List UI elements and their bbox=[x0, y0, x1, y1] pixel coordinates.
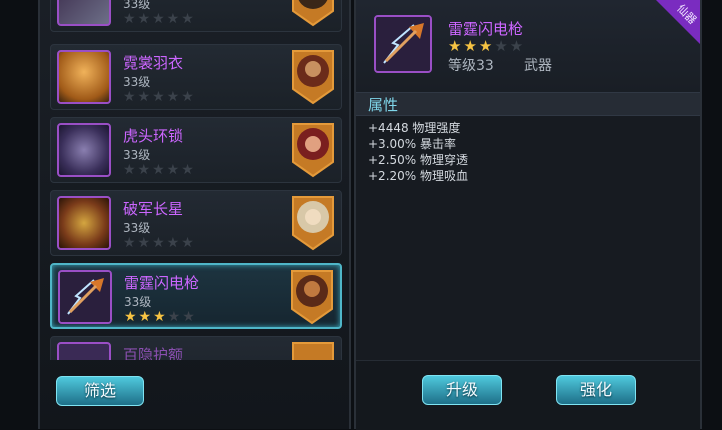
list-item[interactable]: 破军长星 33级 ★★★★★ bbox=[50, 190, 342, 256]
helmet-icon bbox=[57, 196, 111, 250]
attribute-list: +4448 物理强度 +3.00% 暴击率 +2.50% 物理穿透 +2.20%… bbox=[368, 120, 468, 184]
filter-button[interactable]: 筛选 bbox=[56, 376, 144, 406]
list-item[interactable]: 虎头环锁 33级 ★★★★★ bbox=[50, 117, 342, 183]
item-stars: ★★★★★ bbox=[124, 309, 197, 325]
lightning-spear-icon bbox=[58, 270, 112, 324]
list-item[interactable]: 霓裳羽衣 33级 ★★★★★ bbox=[50, 44, 342, 110]
lightning-spear-icon bbox=[374, 15, 432, 73]
item-level: 33级 bbox=[123, 148, 151, 162]
hero-shield-icon bbox=[292, 50, 334, 105]
detail-type: 武器 bbox=[524, 58, 552, 74]
item-stars: ★★★★★ bbox=[123, 11, 196, 27]
robe-icon bbox=[57, 50, 111, 104]
detail-stars: ★★★★★ bbox=[448, 37, 526, 55]
item-name: 霓裳羽衣 bbox=[123, 54, 184, 72]
upgrade-button[interactable]: 升级 bbox=[422, 375, 502, 405]
hero-shield-icon bbox=[292, 123, 334, 178]
attribute-row: +3.00% 暴击率 bbox=[368, 137, 456, 151]
item-level: 33级 bbox=[124, 295, 152, 309]
item-stars: ★★★★★ bbox=[123, 89, 196, 105]
item-level: 33级 bbox=[123, 75, 151, 89]
rarity-ribbon: 仙器 bbox=[656, 0, 700, 44]
hero-shield-icon bbox=[291, 270, 333, 325]
item-stars: ★★★★★ bbox=[123, 162, 196, 178]
item-name: 雷霆闪电枪 bbox=[124, 274, 200, 292]
attribute-row: +2.20% 物理吸血 bbox=[368, 169, 468, 183]
detail-name: 雷霆闪电枪 bbox=[448, 20, 524, 38]
armor-lock-icon bbox=[57, 123, 111, 177]
attributes-section-header: 属性 bbox=[356, 92, 700, 116]
item-name: 破军长星 bbox=[123, 200, 184, 218]
list-item-selected[interactable]: 雷霆闪电枪 33级 ★★★★★ bbox=[50, 263, 342, 329]
item-name: 虎头环锁 bbox=[123, 127, 184, 145]
list-item[interactable]: 百隐护额 bbox=[50, 336, 342, 360]
list-item[interactable]: 33级 ★★★★★ bbox=[50, 0, 342, 32]
equipment-list-panel: 33级 ★★★★★ 霓裳羽衣 33级 ★★★★★ 虎头环锁 33级 ★★★★★ … bbox=[38, 0, 351, 429]
equipment-detail-panel: 雷霆闪电枪 ★★★★★ 等级33 武器 仙器 属性 +4448 物理强度 +3.… bbox=[354, 0, 702, 430]
hero-shield-icon bbox=[292, 342, 334, 360]
detail-level: 等级33 bbox=[448, 58, 494, 74]
action-bar: 升级 强化 bbox=[356, 360, 700, 430]
hero-shield-icon bbox=[292, 0, 334, 27]
item-stars: ★★★★★ bbox=[123, 235, 196, 251]
attribute-row: +2.50% 物理穿透 bbox=[368, 153, 468, 167]
equipment-icon bbox=[57, 0, 111, 26]
equipment-list[interactable]: 33级 ★★★★★ 霓裳羽衣 33级 ★★★★★ 虎头环锁 33级 ★★★★★ … bbox=[50, 0, 342, 360]
item-level: 33级 bbox=[123, 221, 151, 235]
item-name: 百隐护额 bbox=[123, 346, 184, 360]
enhance-button[interactable]: 强化 bbox=[556, 375, 636, 405]
hero-shield-icon bbox=[292, 196, 334, 251]
section-title: 属性 bbox=[368, 96, 399, 114]
attribute-row: +4448 物理强度 bbox=[368, 121, 461, 135]
detail-header: 雷霆闪电枪 ★★★★★ 等级33 武器 仙器 bbox=[356, 0, 700, 92]
equipment-icon bbox=[57, 342, 111, 360]
